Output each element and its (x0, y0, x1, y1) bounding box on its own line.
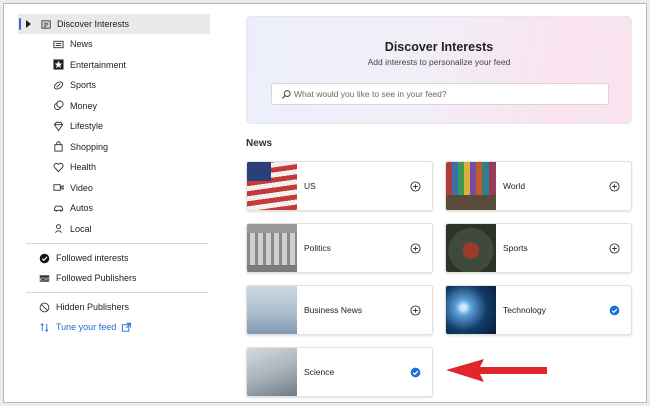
svg-text:NEWS: NEWS (39, 276, 50, 281)
sidebar-item-label: Money (70, 100, 98, 111)
sidebar-item-local[interactable]: Local (18, 219, 210, 240)
page-title: Discover Interests (384, 40, 494, 54)
divider (26, 243, 208, 244)
newspaper-icon (40, 18, 52, 30)
check-circle-icon[interactable] (608, 304, 620, 316)
tune-arrows-icon (38, 321, 50, 333)
check-circle-icon[interactable] (409, 366, 421, 378)
add-circle-icon[interactable] (608, 242, 620, 254)
tune-feed-link[interactable]: Tune your feed (18, 317, 210, 337)
us-flag-thumbnail (247, 162, 297, 210)
sidebar-item-label: Entertainment (70, 59, 127, 70)
interest-card-science[interactable]: Science (246, 347, 433, 397)
interest-card-world[interactable]: World (445, 161, 632, 211)
hero-banner: Discover Interests Add interests to pers… (246, 16, 632, 124)
sidebar-item-label: Sports (70, 80, 97, 91)
card-label: US (304, 181, 316, 191)
card-label: World (503, 181, 526, 191)
caret-right-icon[interactable] (26, 20, 31, 28)
sidebar-item-shopping[interactable]: Shopping (18, 137, 210, 158)
add-circle-icon[interactable] (409, 304, 421, 316)
tune-feed-label: Tune your feed (56, 322, 117, 332)
section-title-news: News (246, 138, 273, 149)
red-arrow-annotation (446, 359, 547, 382)
sidebar-item-label: Followed Publishers (56, 273, 137, 283)
window-frame: Discover Interests News Entertainment Sp… (3, 3, 647, 403)
sidebar-item-news[interactable]: News (18, 34, 210, 55)
external-link-icon (120, 321, 132, 333)
card-label: Technology (503, 305, 547, 315)
divider (26, 292, 208, 293)
selection-indicator (19, 18, 21, 30)
sidebar-item-entertainment[interactable]: Entertainment (18, 55, 210, 76)
search-icon (280, 88, 292, 100)
sidebar-item-label: Health (70, 162, 97, 173)
sidebar-item-label: Autos (70, 203, 94, 214)
star-icon (52, 59, 64, 71)
sidebar-item-label: Discover Interests (57, 19, 130, 29)
card-label: Business News (304, 305, 363, 315)
sidebar-item-health[interactable]: Health (18, 157, 210, 178)
diamond-icon (52, 120, 64, 132)
sidebar-item-label: News (70, 39, 93, 50)
sidebar-item-label: Hidden Publishers (56, 302, 130, 312)
card-label: Politics (304, 243, 331, 253)
sidebar-item-hidden-publishers[interactable]: Hidden Publishers (18, 297, 210, 317)
sidebar-item-label: Lifestyle (70, 121, 104, 132)
interest-card-business-news[interactable]: Business News (246, 285, 433, 335)
search-placeholder: What would you like to see in your feed? (294, 89, 447, 99)
sidebar-item-discover-interests[interactable]: Discover Interests (18, 14, 210, 34)
sidebar-item-video[interactable]: Video (18, 178, 210, 199)
sports-thumbnail (446, 224, 496, 272)
sidebar-item-followed-interests[interactable]: Followed interests (18, 248, 210, 268)
search-input[interactable]: What would you like to see in your feed? (271, 83, 609, 105)
capitol-thumbnail (247, 224, 297, 272)
money-icon (52, 100, 64, 112)
add-circle-icon[interactable] (608, 180, 620, 192)
sidebar-item-money[interactable]: Money (18, 96, 210, 117)
sidebar-item-autos[interactable]: Autos (18, 198, 210, 219)
sidebar-item-label: Followed interests (56, 253, 129, 263)
science-thumbnail (247, 348, 297, 396)
sidebar-item-label: Shopping (70, 141, 109, 152)
sidebar-item-followed-publishers[interactable]: NEWS Followed Publishers (18, 268, 210, 288)
sidebar-item-label: Video (70, 182, 93, 193)
sidebar-item-sports[interactable]: Sports (18, 75, 210, 96)
card-label: Sports (503, 243, 528, 253)
car-icon (52, 202, 64, 214)
business-thumbnail (247, 286, 297, 334)
block-icon (38, 301, 50, 313)
technology-thumbnail (446, 286, 496, 334)
interest-card-technology[interactable]: Technology (445, 285, 632, 335)
news-icon (52, 38, 64, 50)
add-circle-icon[interactable] (409, 180, 421, 192)
card-label: Science (304, 367, 335, 377)
add-circle-icon[interactable] (409, 242, 421, 254)
location-pin-icon (52, 223, 64, 235)
page-subtitle: Add interests to personalize your feed (367, 57, 511, 67)
interest-card-politics[interactable]: Politics (246, 223, 433, 273)
heart-icon (52, 161, 64, 173)
video-icon (52, 182, 64, 194)
sidebar: Discover Interests News Entertainment Sp… (18, 14, 210, 337)
publisher-icon: NEWS (38, 272, 50, 284)
football-icon (52, 79, 64, 91)
shopping-bag-icon (52, 141, 64, 153)
sidebar-item-label: Local (70, 223, 92, 234)
interest-card-us[interactable]: US (246, 161, 433, 211)
main-content: Discover Interests Add interests to pers… (246, 16, 632, 397)
world-flags-thumbnail (446, 162, 496, 210)
sidebar-item-lifestyle[interactable]: Lifestyle (18, 116, 210, 137)
check-circle-icon (38, 252, 50, 264)
interest-card-sports[interactable]: Sports (445, 223, 632, 273)
